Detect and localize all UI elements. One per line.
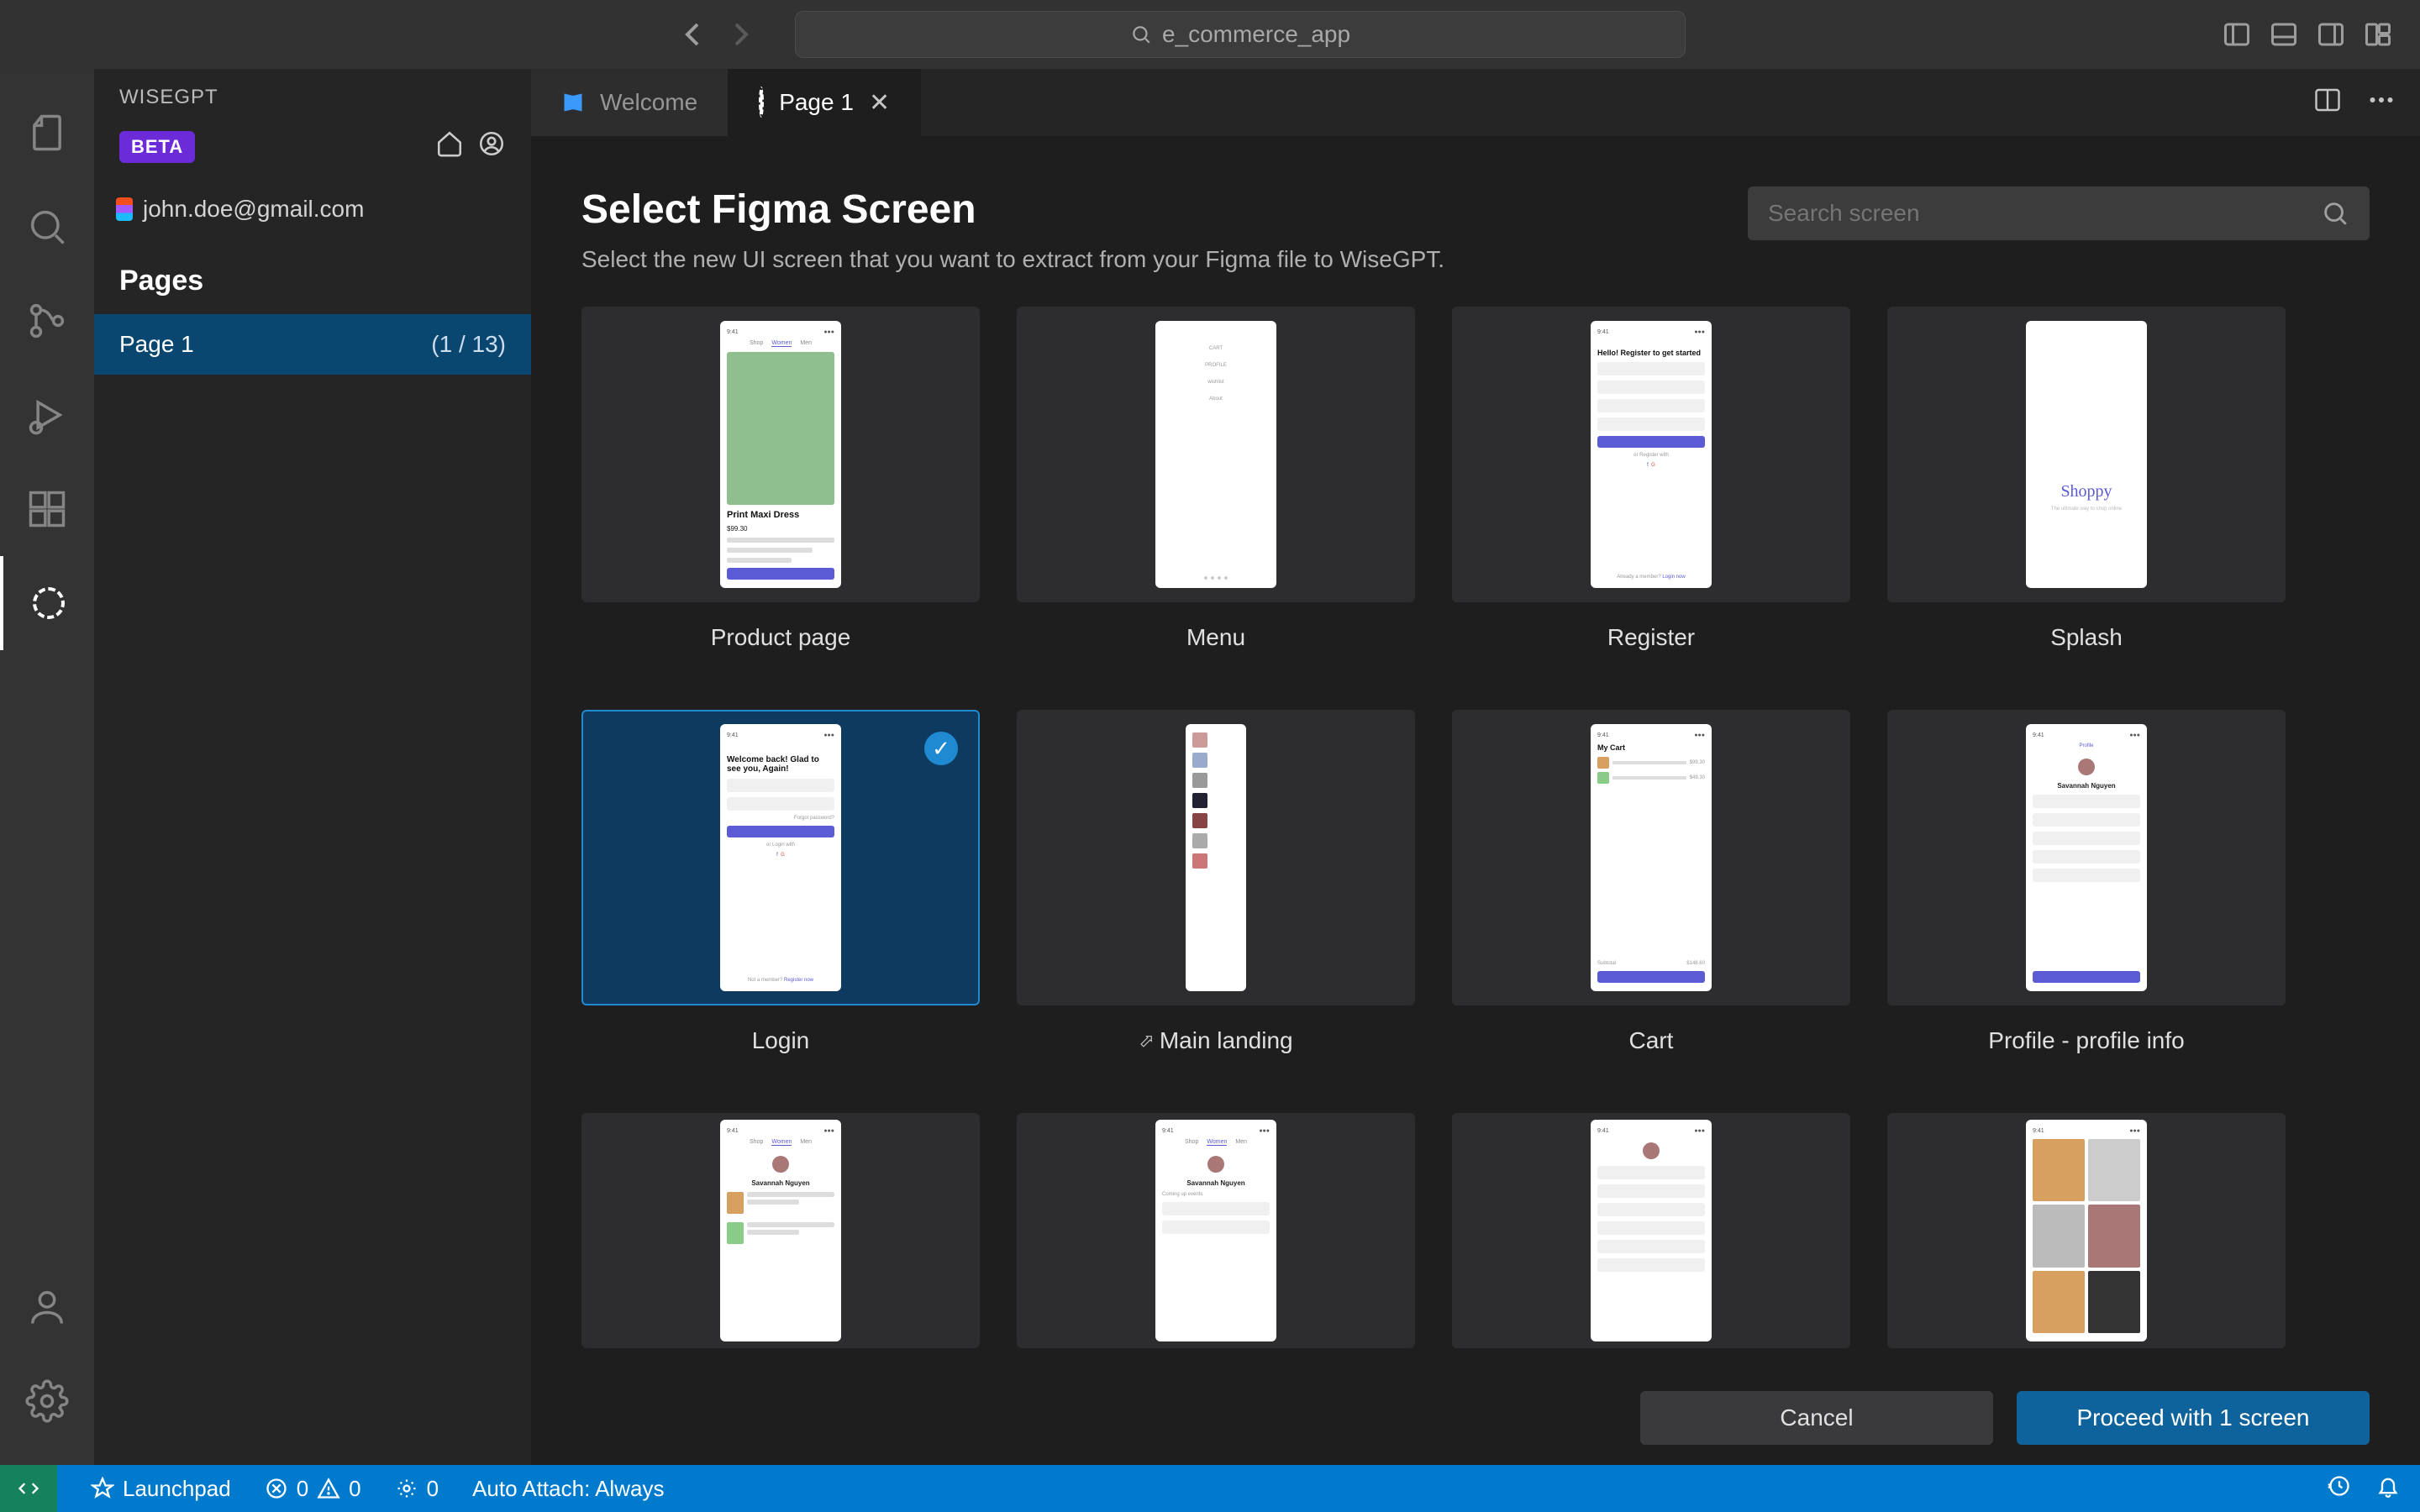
search-screen-field[interactable] [1748,186,2370,240]
command-center-text: e_commerce_app [1162,21,1350,48]
screen-label: Cart [1629,1027,1674,1054]
screen-label: ⬀Main landing [1139,1027,1292,1054]
sidebar-title: WISEGPT [94,69,531,119]
account-email-row[interactable]: john.doe@gmail.com [94,179,531,239]
notifications-icon[interactable] [2376,1474,2400,1504]
explorer-icon[interactable] [0,86,94,180]
settings-gear-icon[interactable] [0,1354,94,1448]
status-bar: Launchpad 0 0 0 Auto Attach: Always [0,1465,2420,1512]
nav-forward-button[interactable] [721,14,761,55]
tab-welcome[interactable]: Welcome [531,69,729,136]
screen-grid: 9:41●●● ShopWomenMen Print Maxi Dress $9… [581,307,2370,1348]
main-content: Select Figma Screen Select the new UI sc… [531,136,2420,1371]
problems-button[interactable]: 0 0 [265,1476,361,1502]
ports-button[interactable]: 0 [395,1476,439,1502]
page-title: Select Figma Screen [581,186,1444,233]
screen-label: Product page [711,624,851,651]
run-debug-icon[interactable] [0,368,94,462]
page-item-count: (1 / 13) [431,331,506,358]
activity-bar [0,69,94,1465]
screen-label: Profile - profile info [1988,1027,2184,1054]
screen-card-profile[interactable]: 9:41●●● Profile Savannah Nguyen Profile … [1887,710,2286,1054]
footer-buttons: Cancel Proceed with 1 screen [531,1371,2420,1465]
wisegpt-icon[interactable] [0,556,94,650]
screen-card-row3-1[interactable]: 9:41●●● ShopWomenMen Savannah Nguyen [581,1113,980,1348]
screen-label: Register [1607,624,1695,651]
page-subtitle: Select the new UI screen that you want t… [581,246,1444,273]
search-icon [2321,199,2349,228]
command-center[interactable]: e_commerce_app [795,11,1686,58]
screen-card-row3-4[interactable]: 9:41●●● [1887,1113,2286,1348]
account-email: john.doe@gmail.com [143,196,364,223]
proceed-button[interactable]: Proceed with 1 screen [2017,1391,2370,1445]
tab-label: Page 1 [779,89,854,116]
screen-card-menu[interactable]: CART PROFILE wishlist About Menu [1017,307,1415,651]
auto-attach-button[interactable]: Auto Attach: Always [472,1476,664,1502]
remote-indicator[interactable] [0,1465,57,1512]
check-icon: ✓ [924,732,958,765]
wisegpt-tab-icon [759,89,764,116]
nav-back-button[interactable] [672,14,713,55]
layout-sidebar-right-icon[interactable] [2314,18,2348,51]
history-icon[interactable] [2328,1474,2351,1504]
sidebar: WISEGPT BETA john.doe@gmail.com Pages Pa… [94,69,531,1465]
launchpad-button[interactable]: Launchpad [91,1476,231,1502]
screen-card-product-page[interactable]: 9:41●●● ShopWomenMen Print Maxi Dress $9… [581,307,980,651]
layout-customize-icon[interactable] [2361,18,2395,51]
beta-badge: BETA [119,131,195,163]
figma-icon [116,197,133,221]
screen-card-row3-2[interactable]: 9:41●●● ShopWomenMen Savannah Nguyen Com… [1017,1113,1415,1348]
cancel-button[interactable]: Cancel [1640,1391,1993,1445]
titlebar: e_commerce_app [0,0,2420,69]
tab-label: Welcome [600,89,697,116]
split-editor-icon[interactable] [2312,85,2343,121]
more-actions-icon[interactable] [2366,85,2396,121]
tab-bar: Welcome Page 1 ✕ [531,69,2420,136]
screen-card-splash[interactable]: Shoppy The ultimate way to shop online S… [1887,307,2286,651]
page-item-label: Page 1 [119,331,194,358]
extensions-icon[interactable] [0,462,94,556]
layout-sidebar-left-icon[interactable] [2220,18,2254,51]
tab-page1[interactable]: Page 1 ✕ [729,69,921,136]
page-item-page1[interactable]: Page 1 (1 / 13) [94,314,531,375]
screen-label: Login [752,1027,810,1054]
screen-card-login[interactable]: ✓ 9:41●●● Welcome back! Glad to see you,… [581,710,980,1054]
close-tab-icon[interactable]: ✕ [869,88,890,118]
screen-card-cart[interactable]: 9:41●●● My Cart $99.30 $49.30 Subtotal $… [1452,710,1850,1054]
layout-panel-bottom-icon[interactable] [2267,18,2301,51]
screen-label: Menu [1186,624,1245,651]
screen-card-row3-3[interactable]: 9:41●●● [1452,1113,1850,1348]
search-icon[interactable] [0,180,94,274]
cursor-icon: ⬀ [1139,1030,1154,1052]
home-icon[interactable] [435,129,464,164]
screen-card-main-landing[interactable]: ⬀Main landing [1017,710,1415,1054]
source-control-icon[interactable] [0,274,94,368]
screen-label: Splash [2050,624,2123,651]
search-screen-input[interactable] [1768,200,2321,227]
account-icon[interactable] [477,129,506,164]
screen-card-register[interactable]: 9:41●●● Hello! Register to get started o… [1452,307,1850,651]
accounts-icon[interactable] [0,1260,94,1354]
pages-header: Pages [94,239,531,314]
